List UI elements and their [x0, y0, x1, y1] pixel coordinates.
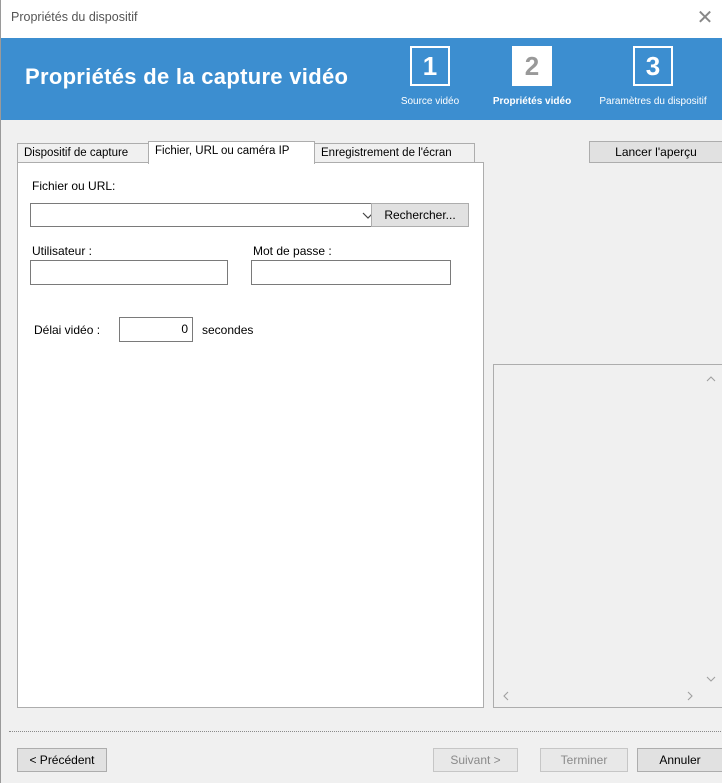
browse-button[interactable]: Rechercher...	[371, 203, 469, 227]
step-2-label: Propriétés vidéo	[492, 96, 572, 107]
delay-unit-label: secondes	[202, 323, 254, 337]
scroll-left-icon[interactable]	[502, 691, 510, 701]
start-preview-button[interactable]: Lancer l'aperçu	[589, 141, 722, 163]
user-input[interactable]	[30, 260, 228, 285]
tab-capture-device[interactable]: Dispositif de capture	[17, 143, 149, 162]
tab-panel: Fichier ou URL: Rechercher... Utilisateu…	[17, 162, 484, 708]
cancel-button[interactable]: Annuler	[637, 748, 722, 772]
dialog-window: Propriétés du dispositif ✕ Propriétés de…	[0, 0, 722, 783]
step-1-number: 1	[410, 46, 450, 86]
delay-input[interactable]: 0	[119, 317, 193, 342]
previous-button[interactable]: < Précédent	[17, 748, 107, 772]
scroll-up-icon[interactable]	[706, 375, 716, 383]
next-button[interactable]: Suivant >	[433, 748, 518, 772]
file-url-label: Fichier ou URL:	[32, 179, 116, 193]
step-2-number: 2	[512, 46, 552, 86]
step-2: 2 Propriétés vidéo	[477, 46, 587, 107]
delay-label: Délai vidéo :	[34, 323, 101, 337]
page-title: Propriétés de la capture vidéo	[25, 64, 349, 89]
scroll-right-icon[interactable]	[686, 691, 694, 701]
password-input[interactable]	[251, 260, 451, 285]
finish-button[interactable]: Terminer	[540, 748, 628, 772]
tab-screen-recording[interactable]: Enregistrement de l'écran	[314, 143, 475, 162]
step-3: 3 Paramètres du dispositif	[589, 46, 717, 107]
password-label: Mot de passe :	[253, 244, 332, 258]
step-1-label: Source vidéo	[400, 96, 460, 107]
step-3-number: 3	[633, 46, 673, 86]
title-bar: Propriétés du dispositif ✕	[1, 0, 722, 38]
step-3-label: Paramètres du dispositif	[599, 96, 707, 107]
file-url-combobox[interactable]	[30, 203, 380, 227]
preview-area	[493, 364, 722, 708]
footer-separator	[9, 731, 722, 732]
user-label: Utilisateur :	[32, 244, 93, 258]
window-title: Propriétés du dispositif	[11, 10, 138, 24]
tab-file-url-ip-camera[interactable]: Fichier, URL ou caméra IP	[148, 141, 315, 164]
scroll-down-icon[interactable]	[706, 675, 716, 683]
close-icon[interactable]: ✕	[693, 6, 717, 30]
wizard-header: Propriétés de la capture vidéo 1 Source …	[1, 38, 722, 120]
step-1: 1 Source vidéo	[401, 46, 459, 107]
